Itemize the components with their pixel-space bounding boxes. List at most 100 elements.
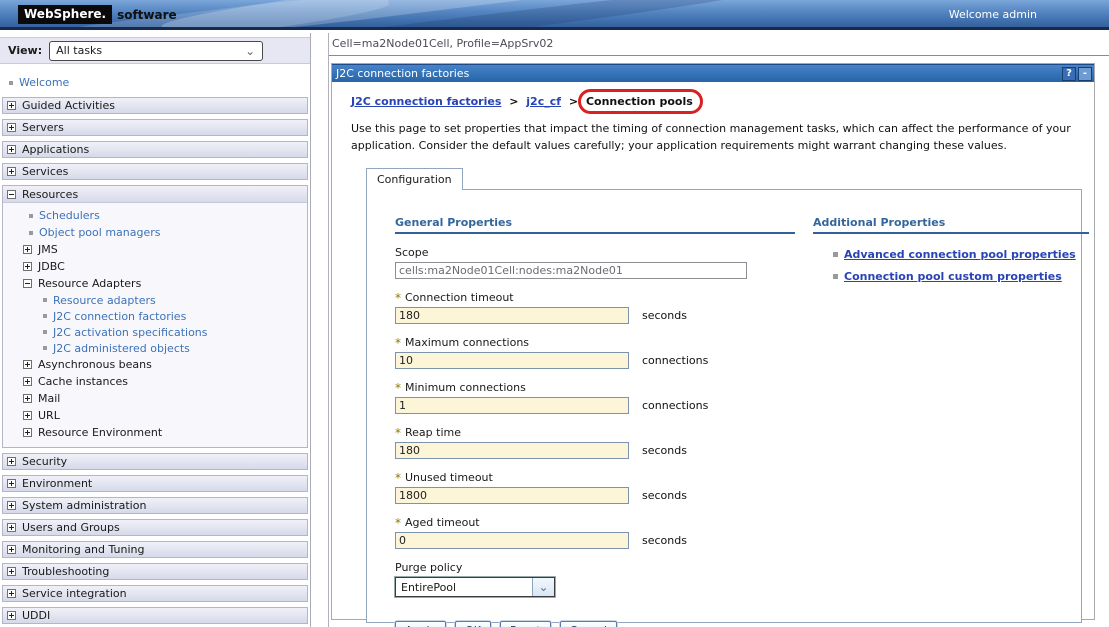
- resources-tree: Schedulers Object pool managers JMS JDBC…: [3, 203, 307, 447]
- expand-plus-icon[interactable]: [7, 167, 16, 176]
- expand-plus-icon[interactable]: [23, 245, 32, 254]
- advanced-connection-pool-properties-item[interactable]: Advanced connection pool properties: [813, 248, 1089, 261]
- sidebar-item-asynchronous-beans[interactable]: Asynchronous beans: [3, 356, 307, 373]
- sidebar-item-mail[interactable]: Mail: [3, 390, 307, 407]
- expand-plus-icon[interactable]: [7, 567, 16, 576]
- sidebar-section-guided-activities[interactable]: Guided Activities: [2, 97, 308, 114]
- sidebar-item-welcome[interactable]: Welcome: [0, 73, 310, 92]
- sidebar-section-service-integration[interactable]: Service integration: [2, 585, 308, 602]
- sidebar-item-jdbc[interactable]: JDBC: [3, 258, 307, 275]
- connection-timeout-field: * Connection timeout seconds: [395, 291, 795, 324]
- unused-timeout-input[interactable]: [395, 487, 629, 504]
- expand-plus-icon[interactable]: [7, 589, 16, 598]
- expand-plus-icon[interactable]: [23, 360, 32, 369]
- square-bullet-icon: [833, 252, 838, 257]
- expand-plus-icon[interactable]: [7, 123, 16, 132]
- sidebar-item-j2c-connection-factories[interactable]: J2C connection factories: [3, 308, 307, 324]
- section-label: Guided Activities: [22, 99, 115, 112]
- panel-titlebar: J2C connection factories ? -: [332, 64, 1094, 82]
- expand-plus-icon[interactable]: [23, 262, 32, 271]
- section-label: Users and Groups: [22, 521, 120, 534]
- expand-plus-icon[interactable]: [7, 479, 16, 488]
- collapse-minus-icon[interactable]: [7, 190, 16, 199]
- connection-pool-custom-properties-link[interactable]: Connection pool custom properties: [844, 270, 1062, 283]
- expand-plus-icon[interactable]: [7, 611, 16, 620]
- top-banner: WebSphere. software Welcome admin: [0, 0, 1109, 30]
- sidebar-item-j2c-activation-specifications[interactable]: J2C activation specifications: [3, 324, 307, 340]
- view-dropdown[interactable]: All tasks ⌄: [49, 41, 263, 61]
- advanced-connection-pool-properties-link[interactable]: Advanced connection pool properties: [844, 248, 1076, 261]
- expand-plus-icon[interactable]: [7, 523, 16, 532]
- sidebar-item-url[interactable]: URL: [3, 407, 307, 424]
- expand-plus-icon[interactable]: [7, 101, 16, 110]
- section-label: Security: [22, 455, 67, 468]
- apply-button[interactable]: Apply: [395, 621, 446, 627]
- sidebar-section-users-and-groups[interactable]: Users and Groups: [2, 519, 308, 536]
- breadcrumb-link-j2c-cf[interactable]: j2c_cf: [526, 95, 561, 108]
- expand-plus-icon[interactable]: [23, 377, 32, 386]
- connection-timeout-input[interactable]: [395, 307, 629, 324]
- sidebar-section-security[interactable]: Security: [2, 453, 308, 470]
- sidebar-section-uddi[interactable]: UDDI: [2, 607, 308, 624]
- maximum-connections-input[interactable]: [395, 352, 629, 369]
- additional-properties-section: Additional Properties Advanced connectio…: [813, 216, 1089, 627]
- section-label: Resources: [22, 188, 78, 201]
- section-label: Environment: [22, 477, 92, 490]
- sidebar-section-monitoring-and-tuning[interactable]: Monitoring and Tuning: [2, 541, 308, 558]
- unit-label: connections: [642, 399, 708, 412]
- connection-timeout-label: Connection timeout: [405, 291, 514, 304]
- sidebar-item-object-pool-managers[interactable]: Object pool managers: [3, 224, 307, 241]
- help-icon[interactable]: ?: [1062, 67, 1076, 81]
- scope-label: Scope: [395, 246, 429, 259]
- square-bullet-icon: [43, 298, 47, 302]
- expand-plus-icon[interactable]: [23, 411, 32, 420]
- collapse-icon[interactable]: -: [1078, 67, 1092, 81]
- sidebar-section-servers[interactable]: Servers: [2, 119, 308, 136]
- breadcrumb-link-j2c-connection-factories[interactable]: J2C connection factories: [351, 95, 501, 108]
- reap-time-input[interactable]: [395, 442, 629, 459]
- expand-plus-icon[interactable]: [23, 428, 32, 437]
- scope-input[interactable]: [395, 262, 747, 279]
- sidebar-section-troubleshooting[interactable]: Troubleshooting: [2, 563, 308, 580]
- sidebar-section-environment[interactable]: Environment: [2, 475, 308, 492]
- aged-timeout-input[interactable]: [395, 532, 629, 549]
- view-bar: View: All tasks ⌄: [0, 37, 310, 64]
- expand-plus-icon[interactable]: [23, 394, 32, 403]
- software-logo-text: software: [117, 8, 177, 22]
- sidebar-item-resource-environment[interactable]: Resource Environment: [3, 424, 307, 441]
- section-label: Applications: [22, 143, 89, 156]
- cancel-button[interactable]: Cancel: [560, 621, 617, 627]
- sidebar-section-system-administration[interactable]: System administration: [2, 497, 308, 514]
- expand-plus-icon[interactable]: [7, 545, 16, 554]
- section-label: Services: [22, 165, 68, 178]
- sidebar-section-applications[interactable]: Applications: [2, 141, 308, 158]
- websphere-logo: WebSphere. software: [18, 5, 177, 24]
- sidebar-item-j2c-administered-objects[interactable]: J2C administered objects: [3, 340, 307, 356]
- sidebar: View: All tasks ⌄ Welcome Guided Activit…: [0, 33, 311, 627]
- expand-plus-icon[interactable]: [7, 145, 16, 154]
- collapse-minus-icon[interactable]: [23, 279, 32, 288]
- expand-plus-icon[interactable]: [7, 457, 16, 466]
- sidebar-section-services[interactable]: Services: [2, 163, 308, 180]
- sidebar-item-jms[interactable]: JMS: [3, 241, 307, 258]
- square-bullet-icon: [9, 81, 13, 85]
- sidebar-item-cache-instances[interactable]: Cache instances: [3, 373, 307, 390]
- square-bullet-icon: [29, 214, 33, 218]
- welcome-link[interactable]: Welcome: [19, 76, 69, 89]
- sidebar-section-resources[interactable]: Resources: [3, 186, 307, 203]
- expand-plus-icon[interactable]: [7, 501, 16, 510]
- purge-policy-dropdown[interactable]: EntirePool ⌄: [395, 577, 555, 597]
- connection-pool-custom-properties-item[interactable]: Connection pool custom properties: [813, 270, 1089, 283]
- minimum-connections-input[interactable]: [395, 397, 629, 414]
- tab-configuration[interactable]: Configuration: [366, 168, 463, 190]
- square-bullet-icon: [43, 314, 47, 318]
- sidebar-item-resource-adapters-group[interactable]: Resource Adapters: [3, 275, 307, 292]
- ok-button[interactable]: OK: [455, 621, 491, 627]
- square-bullet-icon: [833, 274, 838, 279]
- sidebar-item-resource-adapters[interactable]: Resource adapters: [3, 292, 307, 308]
- view-label: View:: [8, 44, 42, 57]
- sidebar-item-schedulers[interactable]: Schedulers: [3, 207, 307, 224]
- square-bullet-icon: [29, 231, 33, 235]
- reset-button[interactable]: Reset: [500, 621, 551, 627]
- section-label: Monitoring and Tuning: [22, 543, 145, 556]
